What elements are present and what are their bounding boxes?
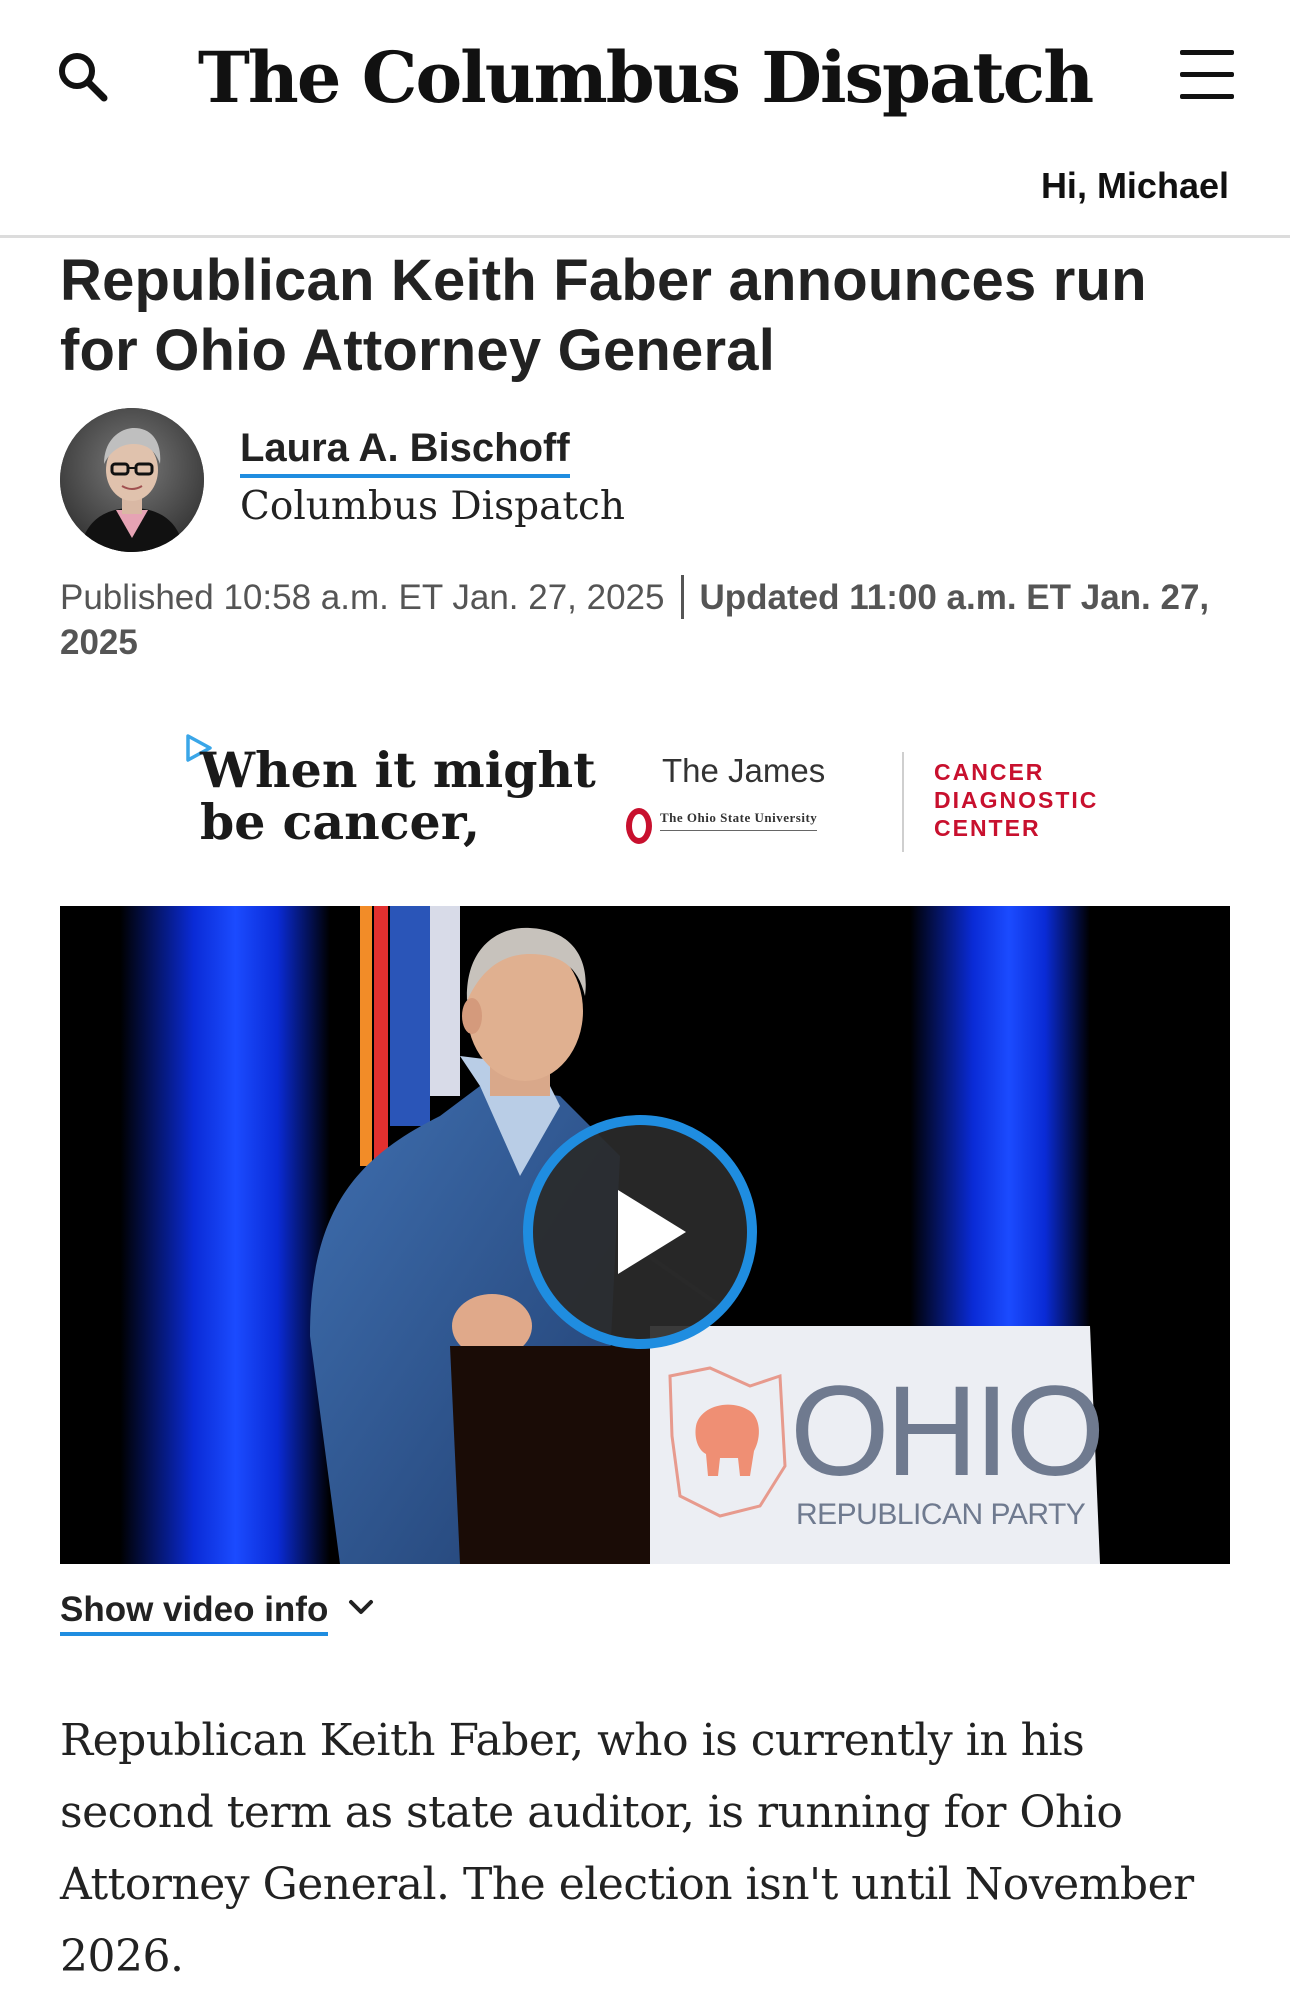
hamburger-line (1180, 72, 1234, 77)
author-portrait (60, 408, 204, 552)
ad-university: The Ohio State University (660, 810, 818, 831)
podium-sign-text: OHIO (790, 1360, 1105, 1503)
show-video-info-label: Show video info (60, 1590, 329, 1636)
hamburger-line (1180, 94, 1234, 99)
site-header: The Columbus Dispatch Hi, Michael (0, 0, 1290, 238)
advertisement-banner[interactable]: When it might be cancer, The James The O… (180, 728, 1110, 858)
podium-sign-subtext: REPUBLICAN PARTY (796, 1498, 1086, 1531)
ad-cdc-line3: CENTER (934, 815, 1041, 841)
article-headline: Republican Keith Faber announces run for… (60, 248, 1147, 383)
ad-cdc-label: CANCER DIAGNOSTIC CENTER (934, 758, 1098, 842)
published-timestamp: Published 10:58 a.m. ET Jan. 27, 2025 (60, 578, 665, 617)
author-outlet: Columbus Dispatch (240, 484, 625, 529)
dateline-separator (680, 575, 684, 619)
ad-tagline: When it might be cancer, (200, 744, 596, 848)
search-button[interactable] (52, 46, 116, 110)
article-body-paragraph: Republican Keith Faber, who is currently… (60, 1715, 1194, 1982)
ad-divider (902, 752, 904, 852)
user-greeting[interactable]: Hi, Michael (1041, 165, 1229, 207)
chevron-down-icon (349, 1600, 374, 1614)
menu-button[interactable] (1176, 50, 1236, 102)
ad-tagline-line2: be cancer, (200, 793, 481, 851)
hamburger-menu-icon (1180, 50, 1234, 55)
ad-cdc-line2: DIAGNOSTIC (934, 787, 1099, 813)
ad-brand: The James (662, 752, 826, 789)
author-avatar[interactable] (60, 408, 204, 552)
video-player[interactable]: OHIO REPUBLICAN PARTY (60, 906, 1230, 1564)
dateline: Published 10:58 a.m. ET Jan. 27, 2025 Upd… (60, 575, 1230, 665)
ad-tagline-line1: When it might (200, 741, 596, 799)
play-button[interactable] (520, 1112, 760, 1352)
osu-block-o-icon (626, 808, 652, 844)
show-video-info-button[interactable]: Show video info (60, 1590, 376, 1636)
search-icon (59, 53, 108, 102)
masthead-logo[interactable]: The Columbus Dispatch (198, 22, 1094, 132)
ad-cdc-line1: CANCER (934, 759, 1045, 785)
author-name-link[interactable]: Laura A. Bischoff (240, 424, 570, 478)
